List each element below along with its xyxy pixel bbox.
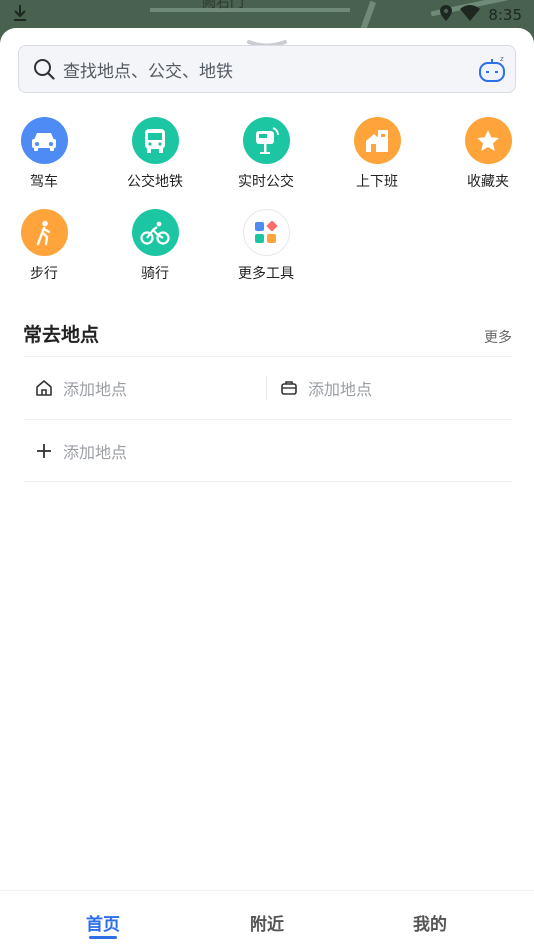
nav-home[interactable]: 首页 <box>86 910 120 935</box>
status-time: 8:35 <box>488 6 522 24</box>
add-work-button[interactable]: 添加地点 <box>268 357 512 419</box>
walk-icon <box>20 209 68 256</box>
bus-stop-icon <box>242 117 290 164</box>
status-bar: 阙右门 8:35 <box>0 0 534 28</box>
bike-icon <box>131 209 179 256</box>
divider <box>23 481 512 482</box>
map-label: 阙右门 <box>202 0 244 11</box>
tool-drive[interactable]: 驾车 <box>0 117 94 191</box>
search-icon <box>34 59 55 80</box>
search-bar[interactable]: 查找地点、公交、地铁 z <box>18 45 516 93</box>
frequent-more-link[interactable]: 更多 <box>484 327 512 347</box>
tool-commute[interactable]: 上下班 <box>327 117 427 191</box>
bottom-sheet: 查找地点、公交、地铁 z 驾车 公交地铁 实时公交 上下班 收藏夹 步行 骑行 … <box>0 28 534 949</box>
tool-label: 公交地铁 <box>127 174 183 190</box>
tool-bus-metro[interactable]: 公交地铁 <box>105 117 205 191</box>
tool-label: 实时公交 <box>238 174 294 190</box>
svg-text:z: z <box>500 55 504 63</box>
nav-active-indicator <box>89 936 117 939</box>
star-icon <box>464 117 512 164</box>
bottom-navigation: 首页 附近 我的 <box>0 890 534 950</box>
tool-more-tools[interactable]: 更多工具 <box>216 209 316 283</box>
nav-mine[interactable]: 我的 <box>413 910 447 935</box>
add-home-button[interactable]: 添加地点 <box>23 357 266 419</box>
wifi-icon <box>460 5 481 25</box>
tool-label: 更多工具 <box>238 266 294 282</box>
add-place-row: 添加地点 <box>23 420 512 482</box>
car-icon <box>20 117 68 164</box>
tool-bike[interactable]: 骑行 <box>105 209 205 283</box>
nav-nearby[interactable]: 附近 <box>250 910 284 935</box>
frequent-places-title: 常去地点 <box>23 324 100 346</box>
tool-realtime-bus[interactable]: 实时公交 <box>216 117 316 191</box>
tool-label: 步行 <box>30 266 58 282</box>
tool-label: 骑行 <box>141 266 169 282</box>
tool-walk[interactable]: 步行 <box>0 209 94 283</box>
assistant-bot-icon[interactable]: z <box>477 54 507 84</box>
home-icon <box>36 380 52 396</box>
tool-label: 驾车 <box>30 174 58 190</box>
add-place-button[interactable]: 添加地点 <box>23 420 512 482</box>
grid-icon <box>242 209 290 256</box>
home-office-icon <box>353 117 401 164</box>
plus-icon <box>37 444 51 458</box>
vertical-divider <box>266 376 267 400</box>
home-work-row: 添加地点 添加地点 <box>23 357 512 419</box>
search-placeholder: 查找地点、公交、地铁 <box>63 61 233 82</box>
add-work-label: 添加地点 <box>308 380 373 399</box>
tool-favorites[interactable]: 收藏夹 <box>438 117 534 191</box>
add-home-label: 添加地点 <box>63 380 128 399</box>
briefcase-icon <box>281 381 297 395</box>
tool-label: 收藏夹 <box>467 174 509 190</box>
tool-label: 上下班 <box>356 174 398 190</box>
bus-icon <box>131 117 179 164</box>
add-place-label: 添加地点 <box>63 443 128 462</box>
location-icon <box>440 5 453 25</box>
sheet-drag-handle[interactable] <box>247 34 287 48</box>
download-icon <box>12 4 28 26</box>
